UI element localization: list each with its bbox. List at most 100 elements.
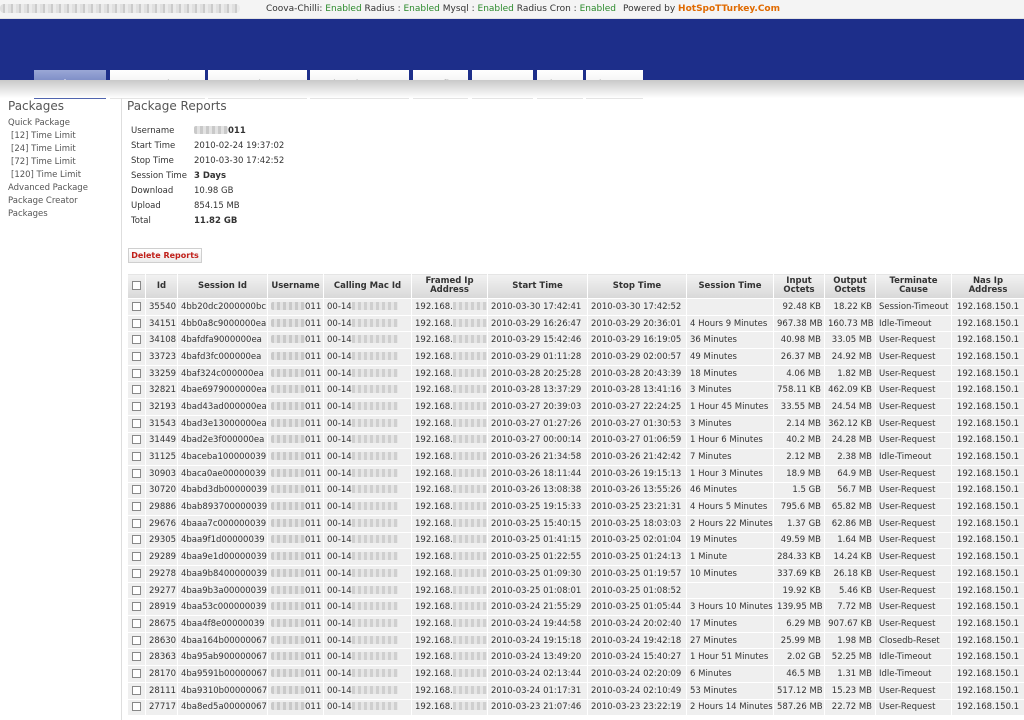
column-header[interactable]: Start Time: [487, 273, 588, 299]
sidebar-item-12-time-limit[interactable]: [12] Time Limit: [11, 131, 76, 141]
column-header[interactable]: Calling Mac Id: [323, 273, 412, 299]
column-header[interactable]: Terminate Cause: [875, 273, 952, 299]
select-all-checkbox[interactable]: [132, 281, 141, 290]
row-checkbox[interactable]: [132, 518, 141, 528]
table-cell: 00-14: [323, 698, 412, 717]
redacted-username: [271, 335, 305, 344]
sidebar-item-quick-package[interactable]: Quick Package: [8, 118, 70, 128]
session-time-value: 3 Days: [194, 171, 227, 181]
row-checkbox[interactable]: [132, 368, 141, 378]
row-checkbox[interactable]: [132, 468, 141, 478]
column-header[interactable]: Nas Ip Address: [951, 273, 1024, 299]
column-header[interactable]: Output Octets: [824, 273, 876, 299]
table-cell: 4baa9f1d00000039: [177, 531, 268, 550]
row-checkbox[interactable]: [132, 418, 141, 428]
sidebar-item-packages[interactable]: Packages: [8, 209, 48, 219]
row-checkbox[interactable]: [132, 301, 141, 311]
column-header[interactable]: Framed Ip Address: [411, 273, 488, 299]
total-label: Total: [131, 216, 151, 226]
redacted-username: [271, 318, 305, 327]
sidebar-item-package-creator[interactable]: Package Creator: [8, 196, 78, 206]
table-cell: 192.168.150.1: [951, 565, 1024, 583]
table-cell: User-Request: [875, 514, 952, 533]
cell-text: 2010-03-25 01:05:44: [591, 602, 682, 613]
row-checkbox[interactable]: [132, 452, 141, 462]
row-checkbox[interactable]: [132, 685, 141, 695]
table-cell: 192.168.150.1: [951, 414, 1024, 433]
row-checkbox[interactable]: [132, 652, 141, 662]
row-checkbox[interactable]: [132, 702, 141, 712]
sidebar-item-advanced-package[interactable]: Advanced Package: [8, 183, 88, 193]
header-banner: packages connections templates advertise…: [0, 19, 1024, 99]
row-checkbox[interactable]: [132, 401, 141, 411]
table-cell: 28111: [145, 681, 178, 700]
table-cell: 00-14: [323, 431, 412, 450]
table-cell: 2 Hours 14 Minutes: [686, 698, 774, 717]
table-cell: 192.168.150.1: [951, 481, 1024, 500]
table-cell: 192.168.: [411, 631, 488, 650]
cell-text: 2010-03-25 01:19:57: [591, 568, 682, 579]
column-header[interactable]: Id: [145, 273, 178, 299]
cell-text: 18 Minutes: [690, 368, 737, 379]
table-cell: 011: [267, 298, 324, 316]
table-row: 31125 4baceba100000039 011 00-14 192.168. 201…: [127, 448, 1024, 466]
table-cell: 2010-03-25 01:19:57: [587, 565, 687, 583]
row-checkbox[interactable]: [132, 568, 141, 578]
sidebar-item-24-time-limit[interactable]: [24] Time Limit: [11, 144, 76, 154]
table-cell: 2010-03-25 23:21:31: [587, 498, 687, 516]
table-row: 35540 4bb20dc2000000bc 011 00-14 192.168. 201…: [127, 298, 1024, 316]
table-cell: 29289: [145, 548, 178, 566]
table-cell: 2010-03-28 20:25:28: [487, 364, 588, 383]
redacted-mac: [351, 318, 398, 327]
table-cell: 2010-03-26 13:08:38: [487, 481, 588, 500]
row-checkbox[interactable]: [132, 485, 141, 495]
delete-reports-button[interactable]: Delete Reports: [128, 248, 202, 263]
column-header[interactable]: Session Id: [177, 273, 268, 299]
table-row: 28675 4baa4f8e00000039 011 00-14 192.168. 201…: [127, 615, 1024, 633]
redacted-mac: [351, 418, 398, 427]
row-checkbox[interactable]: [132, 535, 141, 545]
cell-text: 22.72 MB: [831, 702, 872, 713]
row-checkbox[interactable]: [132, 318, 141, 328]
table-cell: 2010-03-25 18:03:03: [587, 514, 687, 533]
cell-text: 33259: [149, 368, 177, 379]
table-cell: 92.48 KB: [773, 298, 825, 316]
row-checkbox[interactable]: [132, 635, 141, 645]
column-header[interactable]: Username: [267, 273, 324, 299]
row-checkbox[interactable]: [132, 668, 141, 678]
download-label: Download: [131, 186, 174, 196]
table-cell: 15.23 MB: [824, 681, 876, 700]
sidebar-item-120-time-limit[interactable]: [120] Time Limit: [11, 170, 81, 180]
table-cell: 192.168.: [411, 331, 488, 350]
sidebar-item-72-time-limit[interactable]: [72] Time Limit: [11, 157, 76, 167]
column-header[interactable]: Input Octets: [773, 273, 825, 299]
cell-text: 18.22 KB: [833, 301, 872, 312]
table-cell: 18.22 KB: [824, 298, 876, 316]
cell-text: 192.168.150.1: [956, 685, 1020, 696]
row-checkbox[interactable]: [132, 351, 141, 361]
redacted-ip: [452, 635, 487, 644]
cell-text: 00-14: [327, 535, 352, 546]
table-row: 33723 4bafd3fc000000ea 011 00-14 192.168. 201…: [127, 348, 1024, 366]
column-header[interactable]: Session Time: [686, 273, 774, 299]
row-checkbox[interactable]: [132, 602, 141, 612]
cell-text: 192.168.: [415, 702, 453, 713]
table-cell: User-Request: [875, 498, 952, 516]
table-cell: 5.46 KB: [824, 581, 876, 600]
redacted-mac: [351, 502, 398, 511]
row-checkbox[interactable]: [132, 552, 141, 562]
powered-by-brand-link[interactable]: HotSpoTTurkey.Com: [678, 4, 780, 14]
table-cell: 192.168.150.1: [951, 331, 1024, 350]
cell-text: 31125: [149, 452, 177, 463]
row-checkbox[interactable]: [132, 435, 141, 445]
row-checkbox[interactable]: [132, 585, 141, 595]
row-checkbox[interactable]: [132, 335, 141, 345]
cell-text: 758.11 KB: [777, 385, 821, 396]
row-checkbox[interactable]: [132, 618, 141, 628]
row-checkbox[interactable]: [132, 502, 141, 512]
row-checkbox[interactable]: [132, 385, 141, 395]
column-header[interactable]: Stop Time: [587, 273, 687, 299]
cell-text: 192.168.150.1: [956, 535, 1020, 546]
cell-text: 2010-03-30 17:42:52: [591, 301, 682, 312]
cell-text: 00-14: [327, 468, 352, 479]
